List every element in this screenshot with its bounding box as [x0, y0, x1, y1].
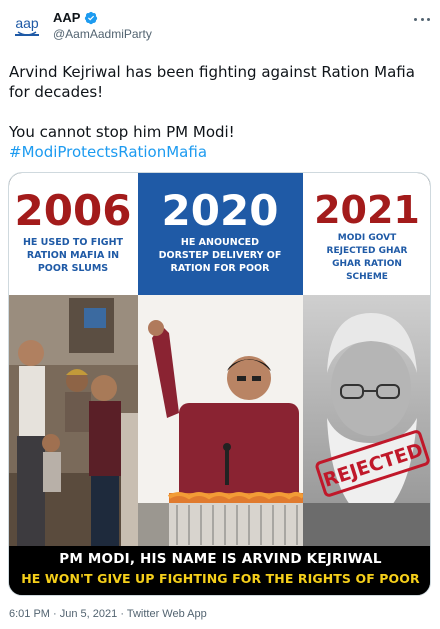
avatar[interactable]: aap: [9, 9, 45, 45]
tweet-media-image[interactable]: 2006 HE USED TO FIGHT RATION MAFIA IN PO…: [8, 172, 431, 596]
more-options-icon[interactable]: [412, 12, 432, 26]
panel-2-caption-3: RATION FOR POOR: [171, 263, 271, 274]
photo-portrait-grayscale: [303, 295, 430, 547]
bottom-caption-1: PM MODI, HIS NAME IS ARVIND KEJRIWAL: [59, 551, 382, 567]
aap-logo-icon: aap: [9, 9, 45, 45]
dot: [427, 17, 430, 21]
dot: [414, 17, 417, 21]
panel-1-year: 2006: [15, 186, 132, 235]
panel-3-caption-4: SCHEME: [346, 272, 388, 282]
tweet-date[interactable]: Jun 5, 2021: [60, 608, 118, 620]
meta-separator: ·: [53, 608, 57, 620]
tweet-line-2: You cannot stop him PM Modi!: [9, 123, 235, 141]
avatar-text: aap: [15, 15, 39, 31]
author-handle[interactable]: @AamAadmiParty: [53, 27, 152, 41]
tweet-line-1: Arvind Kejriwal has been fighting agains…: [9, 63, 415, 101]
tweet-time[interactable]: 6:01 PM: [9, 608, 50, 620]
hashtag-link[interactable]: #ModiProtectsRationMafia: [9, 143, 207, 161]
author-display-name[interactable]: AAP: [53, 10, 80, 25]
tweet-meta: 6:01 PM · Jun 5, 2021 · Twitter Web App: [9, 608, 207, 620]
tweet-text: Arvind Kejriwal has been fighting agains…: [9, 62, 429, 162]
tweet: aap AAP @AamAadmiParty Arvind Kejriwal h…: [0, 0, 440, 629]
media-graphic: 2006 HE USED TO FIGHT RATION MAFIA IN PO…: [9, 173, 430, 547]
panel-1-caption-2: RATION MAFIA IN: [27, 250, 119, 261]
tweet-source[interactable]: Twitter Web App: [127, 608, 207, 620]
photo-rally: [138, 295, 305, 547]
author-name-row: AAP: [53, 10, 98, 25]
verified-badge-icon: [85, 11, 98, 24]
panel-3-caption-3: GHAR RATION: [332, 259, 402, 269]
panel-3-caption-1: MODI GOVT: [338, 233, 397, 243]
panel-2-caption-2: DORSTEP DELIVERY OF: [159, 250, 282, 261]
meta-separator: ·: [120, 608, 124, 620]
panel-3-caption-2: REJECTED GHAR: [327, 246, 408, 256]
dot: [420, 17, 424, 21]
panel-1-caption-1: HE USED TO FIGHT: [23, 237, 124, 248]
photo-street-scene: [9, 295, 138, 547]
panel-2-caption-1: HE ANOUNCED: [181, 237, 259, 248]
panel-3-year: 2021: [314, 188, 420, 232]
panel-1-caption-3: POOR SLUMS: [38, 263, 108, 274]
panel-2-year: 2020: [162, 186, 279, 235]
bottom-caption-2: HE WON'T GIVE UP FIGHTING FOR THE RIGHTS…: [21, 571, 420, 586]
